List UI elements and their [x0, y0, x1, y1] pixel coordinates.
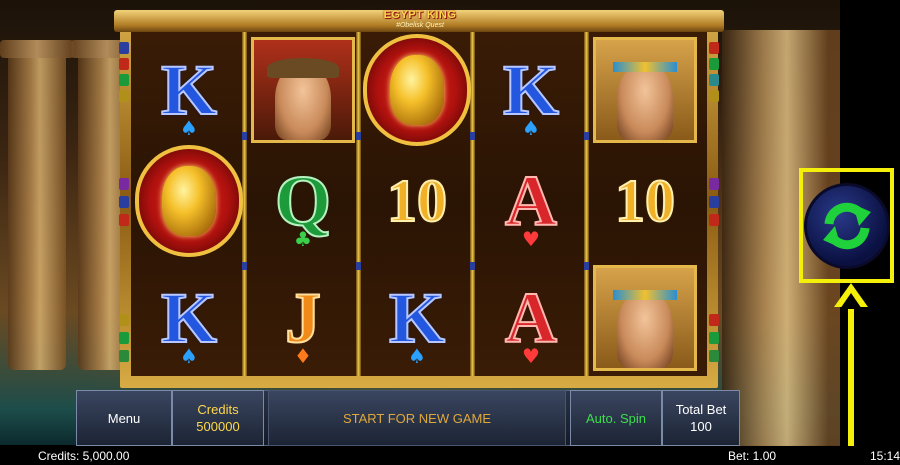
payline-marker — [709, 42, 719, 54]
annotation-arrow — [848, 298, 854, 448]
logo-subtitle: #Obelisk Quest — [396, 22, 444, 29]
reel-symbol-scarab — [133, 145, 245, 257]
payline-marker — [709, 90, 719, 102]
credits-button[interactable]: Credits 500000 — [172, 390, 264, 446]
spade-icon: ♠ — [522, 116, 540, 140]
payline-marker — [119, 42, 129, 54]
status-credits: Credits: 5,000.00 — [38, 449, 130, 463]
payline-marker — [709, 332, 719, 344]
status-bar: Credits: 5,000.00 Bet: 1.00 15:14 — [0, 446, 900, 465]
credits-value: 500000 — [196, 419, 240, 434]
payline-marker — [119, 214, 129, 226]
scarab-icon — [135, 145, 243, 257]
spin-button[interactable] — [799, 168, 894, 283]
left-pillar — [0, 40, 74, 370]
spade-icon: ♠ — [408, 344, 426, 368]
payline-marker — [709, 314, 719, 326]
payline-marker — [709, 74, 719, 86]
reel-symbol-k: K ♠ — [361, 262, 473, 374]
reel-symbol-q: Q ♣ — [247, 145, 359, 257]
start-message: START FOR NEW GAME — [342, 410, 492, 426]
payline-marker — [119, 178, 129, 190]
payline-marker — [119, 90, 129, 102]
totalbet-value: 100 — [690, 419, 712, 434]
reel-symbol-j: J ♦ — [247, 262, 359, 374]
heart-icon: ♥ — [522, 344, 540, 368]
status-bet: Bet: 1.00 — [728, 449, 777, 463]
heart-icon: ♥ — [522, 227, 540, 251]
credits-label: Credits — [197, 402, 239, 417]
annotation-arrow-head-inner — [840, 293, 862, 309]
scarab-icon — [363, 34, 471, 146]
menu-label: Menu — [107, 410, 141, 426]
spin-circle — [803, 182, 890, 269]
reel-symbol-10: 10 — [589, 145, 701, 257]
cleopatra-portrait-icon — [593, 37, 697, 143]
symbol-letter: 10 — [386, 168, 448, 234]
reel-symbol-a: A ♥ — [475, 262, 587, 374]
reel-symbol-cleopatra — [589, 34, 701, 146]
reel-symbol-10: 10 — [361, 145, 473, 257]
payline-marker — [119, 58, 129, 70]
spade-icon: ♠ — [180, 344, 198, 368]
game-logo: EGYPT KING #Obelisk Quest — [380, 8, 460, 30]
explorer-portrait-icon — [251, 37, 355, 143]
payline-marker — [709, 196, 719, 208]
payline-marker — [709, 178, 719, 190]
total-bet-button[interactable]: Total Bet 100 — [662, 390, 740, 446]
payline-marker — [119, 350, 129, 362]
reel-symbol-k: K ♠ — [133, 34, 245, 146]
spade-icon: ♠ — [180, 116, 198, 140]
cleopatra-portrait-icon — [593, 265, 697, 371]
payline-marker — [709, 350, 719, 362]
payline-marker — [119, 196, 129, 208]
diamond-icon: ♦ — [294, 344, 312, 368]
reel-symbol-cleopatra — [589, 262, 701, 374]
status-time: 15:14 — [870, 449, 900, 463]
payline-marker — [119, 314, 129, 326]
payline-marker — [119, 74, 129, 86]
reel-symbol-k: K ♠ — [133, 262, 245, 374]
menu-button[interactable]: Menu — [76, 390, 172, 446]
reel-symbol-a: A ♥ — [475, 145, 587, 257]
totalbet-label: Total Bet — [675, 402, 727, 417]
reel-symbol-scarab — [361, 34, 473, 146]
autospin-label: Auto. Spin — [586, 410, 646, 426]
payline-marker — [709, 214, 719, 226]
club-icon: ♣ — [294, 227, 312, 251]
logo-title: EGYPT KING — [383, 9, 457, 21]
symbol-letter: 10 — [614, 168, 676, 234]
reel-symbol-explorer — [247, 34, 359, 146]
payline-marker — [119, 332, 129, 344]
reel-symbol-k: K ♠ — [475, 34, 587, 146]
autospin-button[interactable]: Auto. Spin — [570, 390, 662, 446]
payline-marker — [709, 58, 719, 70]
refresh-icon — [822, 202, 871, 249]
